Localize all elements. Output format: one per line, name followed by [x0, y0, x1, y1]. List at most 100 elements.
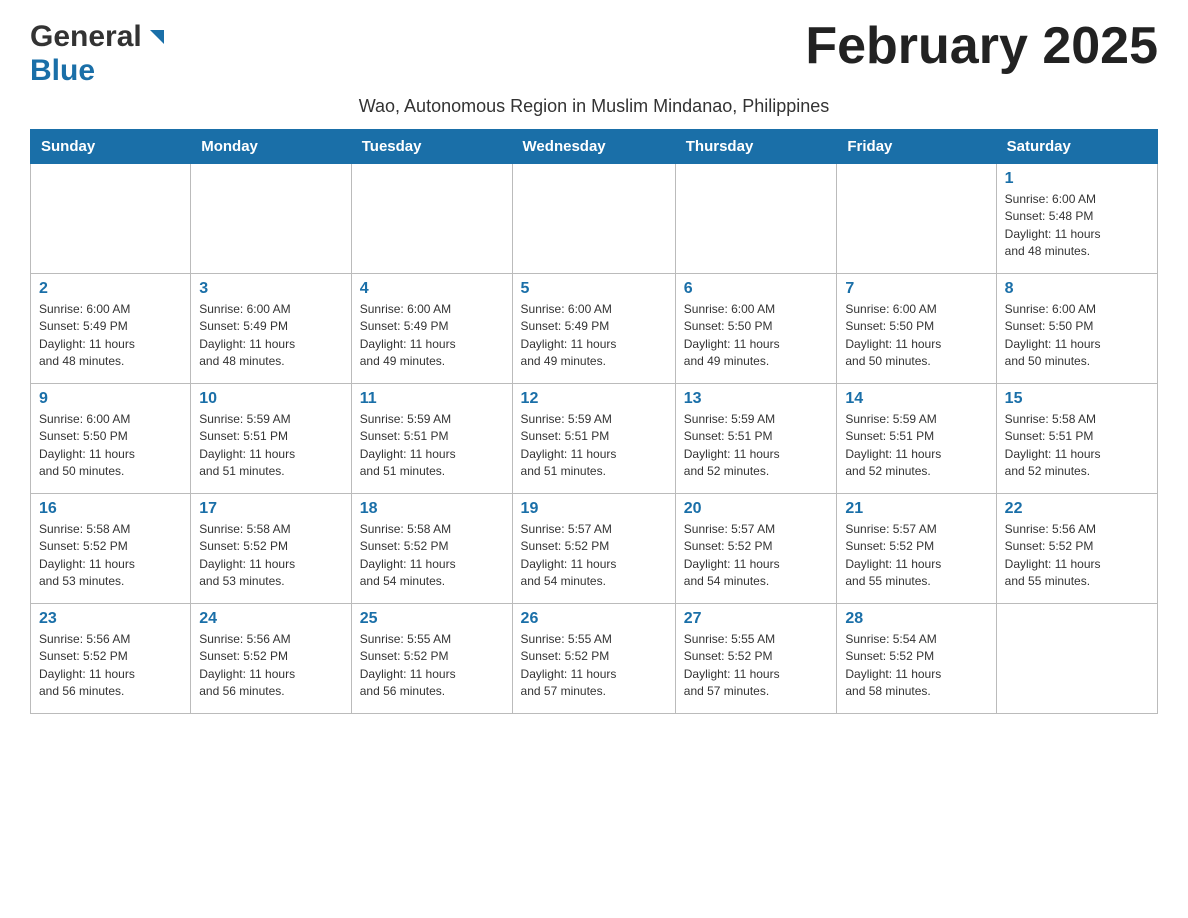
day-number: 11 [360, 390, 504, 408]
day-number: 3 [199, 280, 343, 298]
day-number: 22 [1005, 500, 1149, 518]
day-number: 6 [684, 280, 829, 298]
calendar-cell: 13 Sunrise: 5:59 AM Sunset: 5:51 PM Dayli… [675, 384, 837, 494]
day-number: 19 [521, 500, 667, 518]
day-number: 10 [199, 390, 343, 408]
day-info: Sunrise: 5:57 AM Sunset: 5:52 PM Dayligh… [845, 521, 987, 591]
calendar-cell: 2 Sunrise: 6:00 AM Sunset: 5:49 PM Daylig… [31, 274, 191, 384]
calendar-table: SundayMondayTuesdayWednesdayThursdayFrid… [30, 129, 1158, 714]
calendar-cell [837, 164, 996, 274]
day-info: Sunrise: 6:00 AM Sunset: 5:49 PM Dayligh… [360, 301, 504, 371]
day-info: Sunrise: 5:59 AM Sunset: 5:51 PM Dayligh… [684, 411, 829, 481]
calendar-cell: 14Sunrise: 5:59 AM Sunset: 5:51 PM Dayli… [837, 384, 996, 494]
day-info: Sunrise: 5:56 AM Sunset: 5:52 PM Dayligh… [199, 631, 343, 701]
day-info: Sunrise: 5:55 AM Sunset: 5:52 PM Dayligh… [684, 631, 829, 701]
weekday-header-saturday: Saturday [996, 130, 1157, 164]
logo-general-text: General [30, 20, 142, 54]
weekday-header-thursday: Thursday [675, 130, 837, 164]
weekday-header-row: SundayMondayTuesdayWednesdayThursdayFrid… [31, 130, 1158, 164]
page-header: General Blue February 2025 [30, 20, 1158, 88]
day-info: Sunrise: 6:00 AM Sunset: 5:49 PM Dayligh… [199, 301, 343, 371]
day-info: Sunrise: 5:59 AM Sunset: 5:51 PM Dayligh… [199, 411, 343, 481]
day-number: 5 [521, 280, 667, 298]
calendar-cell: 26 Sunrise: 5:55 AM Sunset: 5:52 PM Dayli… [512, 604, 675, 714]
day-number: 13 [684, 390, 829, 408]
day-info: Sunrise: 6:00 AM Sunset: 5:49 PM Dayligh… [39, 301, 182, 371]
calendar-cell [191, 164, 352, 274]
calendar-cell: 5 Sunrise: 6:00 AM Sunset: 5:49 PM Daylig… [512, 274, 675, 384]
calendar-body: 1 Sunrise: 6:00 AM Sunset: 5:48 PM Daylig… [31, 164, 1158, 714]
logo-blue-text: Blue [30, 54, 95, 88]
day-info: Sunrise: 5:56 AM Sunset: 5:52 PM Dayligh… [39, 631, 182, 701]
calendar-cell [996, 604, 1157, 714]
month-title: February 2025 [805, 20, 1158, 72]
day-info: Sunrise: 5:59 AM Sunset: 5:51 PM Dayligh… [360, 411, 504, 481]
day-number: 17 [199, 500, 343, 518]
weekday-header-friday: Friday [837, 130, 996, 164]
calendar-header: SundayMondayTuesdayWednesdayThursdayFrid… [31, 130, 1158, 164]
day-info: Sunrise: 5:57 AM Sunset: 5:52 PM Dayligh… [684, 521, 829, 591]
calendar-cell: 23 Sunrise: 5:56 AM Sunset: 5:52 PM Dayli… [31, 604, 191, 714]
day-info: Sunrise: 6:00 AM Sunset: 5:50 PM Dayligh… [39, 411, 182, 481]
calendar-cell: 9 Sunrise: 6:00 AM Sunset: 5:50 PM Daylig… [31, 384, 191, 494]
day-info: Sunrise: 5:58 AM Sunset: 5:52 PM Dayligh… [199, 521, 343, 591]
logo: General Blue [30, 20, 166, 88]
week-row-1: 1 Sunrise: 6:00 AM Sunset: 5:48 PM Daylig… [31, 164, 1158, 274]
subtitle: Wao, Autonomous Region in Muslim Mindana… [30, 96, 1158, 117]
calendar-cell [31, 164, 191, 274]
day-info: Sunrise: 5:58 AM Sunset: 5:52 PM Dayligh… [39, 521, 182, 591]
calendar-cell: 19Sunrise: 5:57 AM Sunset: 5:52 PM Dayli… [512, 494, 675, 604]
day-number: 24 [199, 610, 343, 628]
day-number: 4 [360, 280, 504, 298]
calendar-cell: 7 Sunrise: 6:00 AM Sunset: 5:50 PM Daylig… [837, 274, 996, 384]
weekday-header-wednesday: Wednesday [512, 130, 675, 164]
day-number: 18 [360, 500, 504, 518]
calendar-cell: 24 Sunrise: 5:56 AM Sunset: 5:52 PM Dayli… [191, 604, 352, 714]
logo-triangle-icon [144, 26, 166, 48]
day-number: 23 [39, 610, 182, 628]
week-row-3: 9 Sunrise: 6:00 AM Sunset: 5:50 PM Daylig… [31, 384, 1158, 494]
day-info: Sunrise: 5:54 AM Sunset: 5:52 PM Dayligh… [845, 631, 987, 701]
calendar-cell: 6Sunrise: 6:00 AM Sunset: 5:50 PM Daylig… [675, 274, 837, 384]
day-number: 1 [1005, 170, 1149, 188]
week-row-4: 16 Sunrise: 5:58 AM Sunset: 5:52 PM Dayli… [31, 494, 1158, 604]
day-number: 21 [845, 500, 987, 518]
calendar-cell: 3 Sunrise: 6:00 AM Sunset: 5:49 PM Daylig… [191, 274, 352, 384]
calendar-cell: 27 Sunrise: 5:55 AM Sunset: 5:52 PM Dayli… [675, 604, 837, 714]
calendar-cell: 11 Sunrise: 5:59 AM Sunset: 5:51 PM Dayli… [351, 384, 512, 494]
calendar-cell: 8Sunrise: 6:00 AM Sunset: 5:50 PM Daylig… [996, 274, 1157, 384]
day-info: Sunrise: 5:59 AM Sunset: 5:51 PM Dayligh… [845, 411, 987, 481]
day-info: Sunrise: 5:59 AM Sunset: 5:51 PM Dayligh… [521, 411, 667, 481]
weekday-header-sunday: Sunday [31, 130, 191, 164]
day-number: 20 [684, 500, 829, 518]
day-number: 15 [1005, 390, 1149, 408]
day-number: 25 [360, 610, 504, 628]
day-number: 27 [684, 610, 829, 628]
day-number: 28 [845, 610, 987, 628]
calendar-cell: 15 Sunrise: 5:58 AM Sunset: 5:51 PM Dayli… [996, 384, 1157, 494]
calendar-cell: 25 Sunrise: 5:55 AM Sunset: 5:52 PM Dayli… [351, 604, 512, 714]
day-info: Sunrise: 5:55 AM Sunset: 5:52 PM Dayligh… [521, 631, 667, 701]
calendar-cell: 22 Sunrise: 5:56 AM Sunset: 5:52 PM Dayli… [996, 494, 1157, 604]
day-number: 16 [39, 500, 182, 518]
calendar-cell: 18Sunrise: 5:58 AM Sunset: 5:52 PM Dayli… [351, 494, 512, 604]
weekday-header-monday: Monday [191, 130, 352, 164]
day-number: 9 [39, 390, 182, 408]
day-info: Sunrise: 6:00 AM Sunset: 5:48 PM Dayligh… [1005, 191, 1149, 261]
day-info: Sunrise: 6:00 AM Sunset: 5:49 PM Dayligh… [521, 301, 667, 371]
calendar-cell: 28 Sunrise: 5:54 AM Sunset: 5:52 PM Dayli… [837, 604, 996, 714]
calendar-cell: 16 Sunrise: 5:58 AM Sunset: 5:52 PM Dayli… [31, 494, 191, 604]
day-info: Sunrise: 5:58 AM Sunset: 5:51 PM Dayligh… [1005, 411, 1149, 481]
calendar-cell: 4 Sunrise: 6:00 AM Sunset: 5:49 PM Daylig… [351, 274, 512, 384]
calendar-cell: 20 Sunrise: 5:57 AM Sunset: 5:52 PM Dayli… [675, 494, 837, 604]
day-number: 12 [521, 390, 667, 408]
day-info: Sunrise: 5:55 AM Sunset: 5:52 PM Dayligh… [360, 631, 504, 701]
day-number: 8 [1005, 280, 1149, 298]
calendar-cell: 17 Sunrise: 5:58 AM Sunset: 5:52 PM Dayli… [191, 494, 352, 604]
day-info: Sunrise: 6:00 AM Sunset: 5:50 PM Dayligh… [845, 301, 987, 371]
day-number: 2 [39, 280, 182, 298]
day-number: 26 [521, 610, 667, 628]
day-info: Sunrise: 5:56 AM Sunset: 5:52 PM Dayligh… [1005, 521, 1149, 591]
calendar-cell: 1 Sunrise: 6:00 AM Sunset: 5:48 PM Daylig… [996, 164, 1157, 274]
day-number: 7 [845, 280, 987, 298]
